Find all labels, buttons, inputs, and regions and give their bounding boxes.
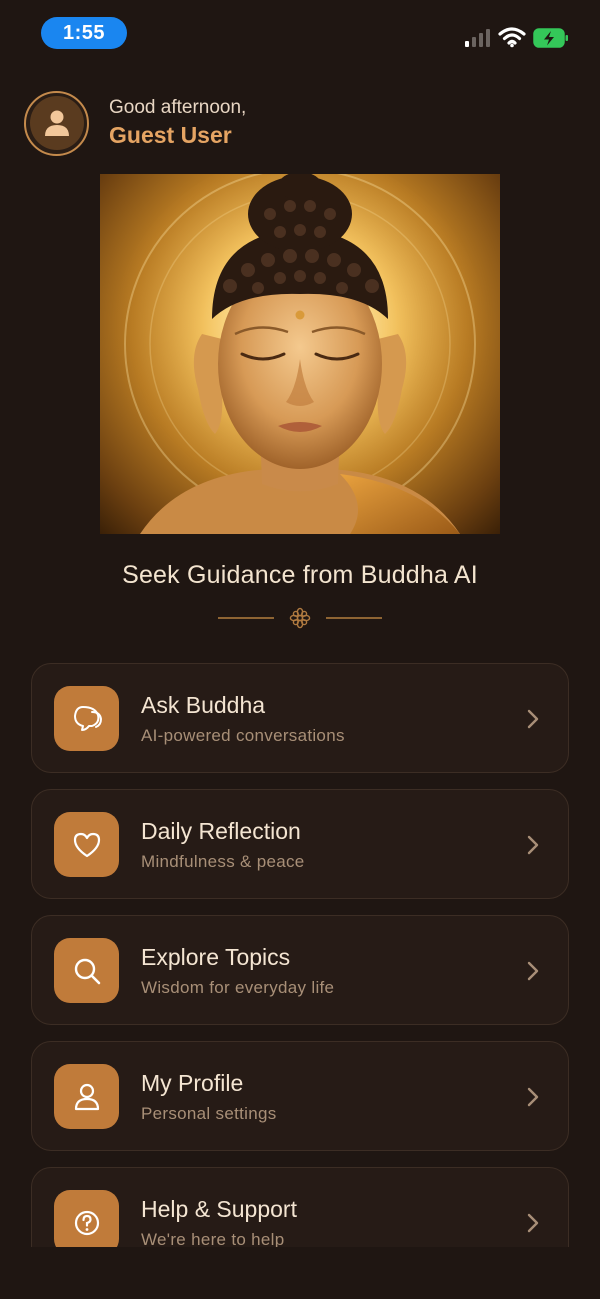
menu-list: Ask Buddha AI-powered conversations Dail… <box>31 663 569 1247</box>
chevron-right-icon <box>527 1213 539 1233</box>
greeting-text: Good afternoon, <box>109 97 247 118</box>
status-bar: 1:55 <box>0 0 600 70</box>
menu-item-title: Ask Buddha <box>141 692 266 718</box>
menu-item-explore-topics[interactable]: Explore Topics Wisdom for everyday life <box>31 915 569 1025</box>
greeting-block: Good afternoon, Guest User <box>109 97 246 149</box>
help-circle-icon <box>54 1190 119 1247</box>
menu-item-subtitle: AI-powered conversations <box>141 726 345 745</box>
menu-item-subtitle: Wisdom for everyday life <box>141 978 335 997</box>
chevron-right-icon <box>527 961 539 981</box>
avatar[interactable] <box>24 90 89 156</box>
menu-item-subtitle: We're here to help <box>141 1230 285 1247</box>
battery-charging-icon <box>533 28 568 48</box>
divider-line <box>326 617 382 619</box>
menu-item-daily-reflection[interactable]: Daily Reflection Mindfulness & peace <box>31 789 569 899</box>
menu-item-title: Help & Support <box>141 1196 297 1222</box>
heart-icon <box>54 812 119 877</box>
app-screen: 1:55 Good afternoon, Guest User Seek Gui… <box>0 0 600 1299</box>
page-title: Seek Guidance from Buddha AI <box>122 561 478 589</box>
buddha-portrait-image <box>100 174 500 534</box>
title-ornament <box>218 605 382 631</box>
chat-bubbles-icon <box>54 686 119 751</box>
chevron-right-icon <box>527 1087 539 1107</box>
menu-item-title: Daily Reflection <box>141 818 301 844</box>
search-icon <box>54 938 119 1003</box>
menu-item-subtitle: Mindfulness & peace <box>141 852 305 871</box>
wifi-icon <box>498 27 526 48</box>
signal-icon <box>465 29 490 47</box>
user-name: Guest User <box>109 122 232 148</box>
status-time[interactable]: 1:55 <box>41 17 127 49</box>
menu-item-subtitle: Personal settings <box>141 1104 277 1123</box>
divider-line <box>218 617 274 619</box>
menu-item-ask-buddha[interactable]: Ask Buddha AI-powered conversations <box>31 663 569 773</box>
greeting-header: Good afternoon, Guest User <box>24 90 246 156</box>
lotus-flower-icon <box>289 607 311 629</box>
menu-item-help-support[interactable]: Help & Support We're here to help <box>31 1167 569 1247</box>
user-icon <box>54 1064 119 1129</box>
chevron-right-icon <box>527 835 539 855</box>
menu-item-title: My Profile <box>141 1070 244 1096</box>
menu-item-my-profile[interactable]: My Profile Personal settings <box>31 1041 569 1151</box>
menu-item-title: Explore Topics <box>141 944 291 970</box>
user-avatar-icon <box>29 96 84 150</box>
chevron-right-icon <box>527 709 539 729</box>
